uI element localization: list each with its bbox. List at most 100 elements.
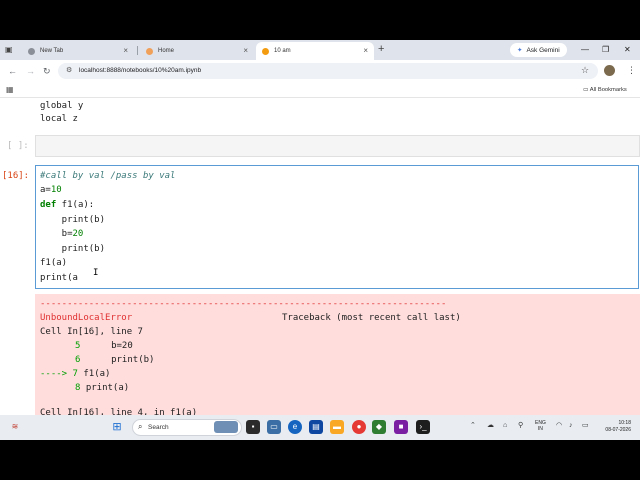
task-view-icon[interactable]: ▪	[246, 420, 260, 434]
site-info-icon[interactable]: ⚙	[66, 66, 72, 76]
code-keyword: def	[40, 200, 57, 210]
network-icon[interactable]: ⌂	[503, 421, 507, 431]
folder-icon: ▭	[583, 87, 590, 93]
app-icon-green[interactable]: ◆	[372, 420, 386, 434]
file-manager-icon[interactable]: ▭	[267, 420, 281, 434]
language-indicator[interactable]: ENG IN	[535, 420, 546, 432]
code-line-8[interactable]: print(a	[40, 272, 78, 284]
tab-separator	[137, 46, 138, 55]
line-number: 5	[75, 341, 81, 351]
app-icon-purple[interactable]: ■	[394, 420, 408, 434]
tab-label: New Tab	[40, 48, 64, 54]
code-line-1[interactable]: #call by val /pass by val	[40, 170, 175, 182]
notebook-area: global y local z [ ]: [16]: #call by val…	[0, 98, 640, 415]
close-icon[interactable]: ×	[363, 46, 368, 56]
url-text[interactable]: localhost:8888/notebooks/10%20am.ipynb	[79, 66, 201, 76]
taskbar-landscape-icon[interactable]	[214, 421, 238, 433]
volume-icon[interactable]: ♪	[569, 421, 573, 431]
tab-label: 10 am	[274, 48, 291, 54]
clock-time: 10:18	[618, 420, 631, 426]
chrome-browser-icon[interactable]: ●	[352, 420, 366, 434]
terminal-icon[interactable]: ›_	[416, 420, 430, 434]
active-code-cell[interactable]	[35, 165, 639, 289]
code-line-6[interactable]: print(b)	[40, 243, 105, 255]
start-windows-icon[interactable]: ⊞	[110, 420, 124, 434]
traceback-row-1: 5 b=20	[40, 340, 133, 352]
line-number: 6	[75, 355, 81, 365]
usb-icon[interactable]: ⚲	[518, 421, 523, 431]
cell-prompt: [16]:	[2, 171, 30, 181]
close-window-icon[interactable]: ✕	[624, 44, 631, 56]
restore-icon[interactable]: ❐	[602, 44, 609, 56]
search-icon: ⌕	[138, 422, 143, 431]
code-number: 20	[72, 229, 84, 239]
bookmarks-bar	[0, 82, 640, 98]
tab-home[interactable]: Home ×	[140, 42, 254, 60]
weather-widget-icon[interactable]: ≋	[8, 420, 22, 434]
store-icon[interactable]: ▤	[309, 420, 323, 434]
code-line-7[interactable]: f1(a)	[40, 257, 67, 269]
traceback-header: Traceback (most recent call last)	[282, 313, 461, 323]
close-icon[interactable]: ×	[123, 46, 128, 56]
tab-new-tab[interactable]: New Tab ×	[22, 42, 134, 60]
prev-output-line-2: local z	[40, 114, 78, 124]
traceback-code: print(b)	[89, 355, 155, 365]
ask-gemini-button[interactable]: ✦ Ask Gemini	[510, 43, 567, 57]
back-icon[interactable]: ←	[8, 65, 17, 77]
all-bookmarks[interactable]: ▭ All Bookmarks	[583, 85, 627, 95]
tab-search-icon[interactable]: ▣	[5, 44, 13, 56]
jupyter-favicon-icon	[146, 47, 153, 55]
wifi-icon[interactable]: ◠	[556, 421, 562, 431]
search-label: Search	[148, 424, 169, 431]
reload-icon[interactable]: ↻	[43, 65, 51, 77]
ask-gemini-label: Ask Gemini	[526, 46, 560, 54]
screen: ▣ New Tab × Home × 10 am × + ✦ Ask Gemin…	[0, 0, 640, 480]
top-letterbox	[0, 0, 640, 40]
ibeam-cursor-icon: I	[93, 268, 99, 278]
close-icon[interactable]: ×	[243, 46, 248, 56]
traceback-row-4: 8 print(a)	[40, 382, 129, 394]
folder-app-icon[interactable]: ▬	[330, 420, 344, 434]
code-line-5[interactable]: b=20	[40, 228, 84, 240]
battery-icon[interactable]: ▭	[582, 421, 589, 431]
lang-bottom: IN	[537, 426, 543, 432]
more-menu-icon[interactable]: ⋮	[627, 65, 636, 76]
profile-avatar[interactable]	[604, 65, 615, 76]
code-line-3[interactable]: def f1(a):	[40, 199, 94, 211]
code-token: a=	[40, 185, 51, 195]
minimize-icon[interactable]: —	[581, 44, 589, 56]
code-token: f1(a):	[56, 200, 95, 210]
apps-grid-icon[interactable]: ▦	[6, 85, 14, 95]
code-line-2[interactable]: a=10	[40, 184, 62, 196]
empty-cell-prompt: [ ]:	[7, 141, 29, 151]
system-clock[interactable]: 10:18 08-07-2026	[597, 420, 631, 434]
new-tab-button[interactable]: +	[378, 43, 384, 56]
traceback-code: f1(a)	[77, 369, 111, 379]
empty-code-cell[interactable]	[35, 135, 640, 157]
all-bookmarks-label: All Bookmarks	[589, 87, 627, 93]
prev-output-line-1: global y	[40, 101, 84, 111]
traceback-code: print(a)	[80, 383, 130, 393]
error-dashes: ----------------------------------------…	[40, 299, 447, 309]
edge-browser-icon[interactable]: e	[288, 420, 302, 434]
traceback-location-2: Cell In[16], line 4, in f1(a)	[40, 408, 198, 415]
tab-10-am[interactable]: 10 am ×	[256, 42, 374, 60]
new-tab-favicon-icon	[28, 47, 35, 55]
clock-date: 08-07-2026	[605, 427, 631, 433]
tab-label: Home	[158, 48, 175, 54]
line-number: 8	[75, 383, 81, 393]
code-line-4[interactable]: print(b)	[40, 214, 105, 226]
forward-icon[interactable]: →	[26, 65, 35, 77]
traceback-code: b=20	[89, 341, 133, 351]
error-name: UnboundLocalError	[40, 313, 133, 323]
notebook-favicon-icon	[262, 47, 269, 55]
traceback-row-3: ----> 7 f1(a)	[40, 368, 110, 380]
code-token: b=	[40, 229, 73, 239]
error-arrow: ----> 7	[40, 369, 78, 379]
cloud-icon[interactable]: ☁	[487, 421, 494, 431]
tray-chevron-icon[interactable]: ⌃	[470, 421, 476, 431]
code-number: 10	[50, 185, 62, 195]
bookmark-star-icon[interactable]: ☆	[581, 65, 589, 76]
traceback-row-2: 6 print(b)	[40, 354, 154, 366]
gemini-icon: ✦	[517, 47, 523, 54]
